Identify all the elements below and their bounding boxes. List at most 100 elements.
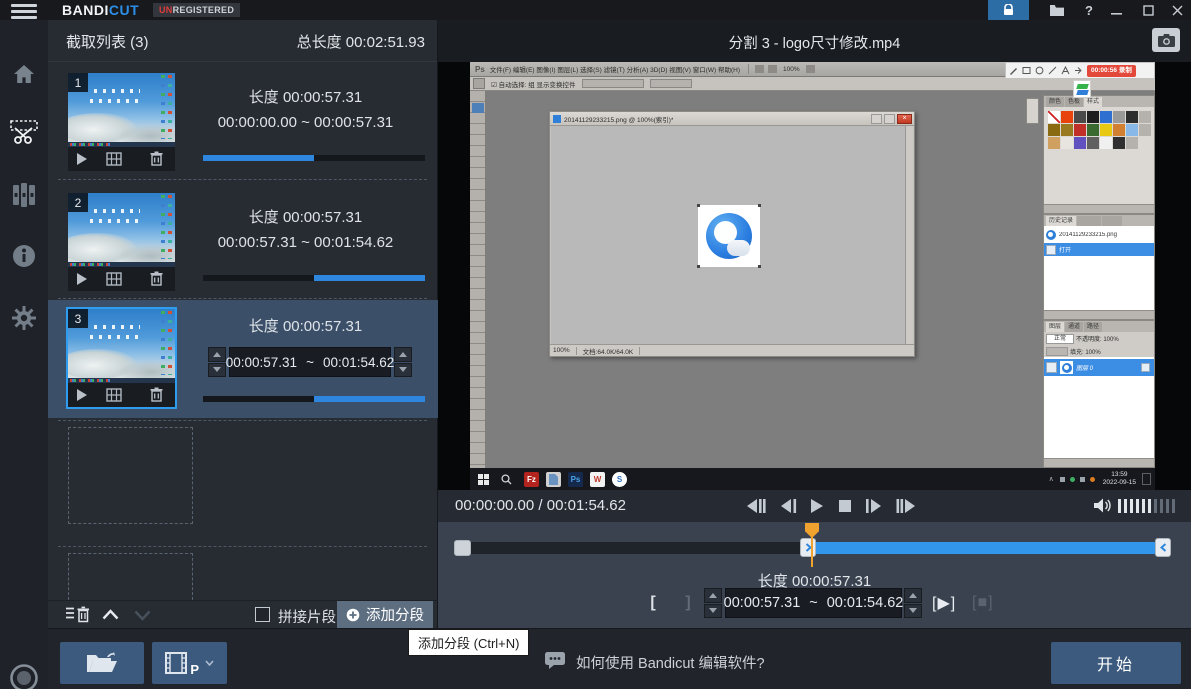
volume-level-bars-dim[interactable] — [1154, 499, 1178, 513]
history-entry-selected: 打开 — [1044, 243, 1154, 256]
doc-scrollbar — [905, 126, 913, 344]
divider — [58, 179, 427, 180]
doc-close-icon: × — [897, 114, 912, 124]
volume-icon[interactable] — [1093, 497, 1112, 514]
join-segments-label: 拼接片段 — [278, 606, 336, 627]
open-file-button[interactable] — [1040, 0, 1074, 20]
delete-clip-icon[interactable] — [150, 387, 163, 402]
clip-list-title: 截取列表 (3) — [66, 31, 149, 52]
stop-button[interactable] — [838, 498, 852, 514]
ps-options-bar: ☑ 自动选择: 组 显示变换控件 — [470, 77, 1155, 91]
next-segment-button[interactable] — [896, 498, 917, 514]
step-forward-button[interactable] — [865, 498, 882, 514]
step-down-button[interactable] — [904, 604, 922, 619]
help-button[interactable]: ? — [1076, 0, 1102, 20]
join-segments-checkbox[interactable] — [255, 607, 270, 622]
clip-length-label: 长度 00:00:57.31 — [183, 315, 428, 336]
start-button[interactable]: 开始 — [1051, 642, 1181, 684]
stop-segment-button[interactable]: [■] — [972, 588, 994, 618]
clip-item-1[interactable]: 1 长度 00:00:57.31 00:00:00.00 ~ 00:00:57.… — [48, 64, 438, 177]
clip-position-bar — [203, 275, 425, 281]
frames-icon[interactable] — [106, 272, 122, 286]
sidebar-item-info[interactable] — [12, 244, 36, 268]
video-preview-surface[interactable]: Ps 文件(F) 编辑(E) 图像(I) 图层(L) 选择(S) 滤镜(T) 分… — [438, 62, 1191, 490]
history-thumbnail — [1046, 230, 1056, 240]
record-button[interactable] — [9, 663, 39, 689]
step-back-button[interactable] — [780, 498, 797, 514]
minimize-button[interactable] — [1102, 0, 1130, 20]
play-clip-icon[interactable] — [76, 272, 88, 286]
app-icon — [546, 472, 561, 487]
playhead-handle[interactable] — [454, 540, 471, 556]
logo-image-layer — [698, 205, 760, 267]
clip-item-2[interactable]: 2 长度 00:00:57.31 00:00:57.31 ~ 00:01:54.… — [48, 184, 438, 297]
cut-scissors-icon — [10, 120, 38, 146]
play-clip-icon[interactable] — [76, 388, 88, 402]
player-range-start-stepper[interactable] — [704, 588, 722, 618]
volume-level-bars[interactable] — [1118, 499, 1154, 513]
step-down-button[interactable] — [394, 363, 412, 378]
clip-controls — [68, 383, 175, 407]
play-clip-icon[interactable] — [76, 152, 88, 166]
clip-thumbnail[interactable]: 2 — [68, 193, 175, 291]
total-length-label: 总长度 00:02:51.93 — [297, 31, 425, 52]
app-logo: BANDICUT — [62, 2, 139, 18]
clip-number: 3 — [68, 309, 88, 328]
play-segment-button[interactable]: [▶] — [932, 588, 956, 618]
step-up-button[interactable] — [904, 588, 922, 603]
range-start-stepper[interactable] — [208, 347, 226, 377]
recording-timer-badge: 00:00:56 录制 — [1087, 65, 1136, 77]
frames-icon[interactable] — [106, 152, 122, 166]
film-preset-icon: P — [165, 652, 191, 674]
play-button[interactable] — [810, 498, 824, 514]
empty-clip-slot — [68, 553, 193, 600]
divider — [58, 298, 427, 299]
clip-thumbnail[interactable]: 3 — [68, 309, 175, 407]
previous-segment-button[interactable] — [745, 498, 766, 514]
close-button[interactable] — [1163, 0, 1191, 20]
player-range-end-stepper[interactable] — [904, 588, 922, 618]
output-preset-button[interactable]: P — [152, 642, 227, 684]
frames-icon[interactable] — [106, 388, 122, 402]
step-up-button[interactable] — [394, 347, 412, 362]
help-link[interactable]: 如何使用 Bandicut 编辑软件? — [576, 652, 765, 673]
chat-bubble-icon — [544, 651, 566, 670]
delete-clip-icon[interactable] — [150, 151, 163, 166]
sidebar-item-home[interactable] — [12, 62, 36, 86]
delete-clip-icon[interactable] — [150, 271, 163, 286]
ps-swatches-panel: 颜色色板样式 — [1043, 95, 1155, 214]
segment-start-handle[interactable] — [800, 538, 816, 557]
step-down-button[interactable] — [704, 604, 722, 619]
clip-range-input[interactable]: 00:00:57.31~00:01:54.62 — [229, 347, 391, 377]
timeline-track[interactable] — [462, 542, 1166, 554]
segment-marker[interactable] — [805, 523, 819, 538]
move-down-button[interactable] — [134, 610, 151, 621]
move-up-button[interactable] — [102, 609, 119, 620]
clip-item-3-selected[interactable]: 3 长度 00:00:57.31 00:00:57.31~00:01:54.62 — [48, 300, 438, 418]
clear-list-button[interactable] — [66, 606, 90, 623]
transport-controls — [745, 494, 917, 518]
segment-end-handle[interactable] — [1155, 538, 1171, 557]
step-up-button[interactable] — [208, 347, 226, 362]
lock-button[interactable] — [988, 0, 1029, 20]
clip-thumbnail[interactable]: 1 — [68, 73, 175, 171]
maximize-button[interactable] — [1134, 0, 1162, 20]
sidebar-item-cut[interactable] — [10, 120, 38, 146]
clip-number: 1 — [68, 73, 88, 92]
sidebar-item-join[interactable] — [12, 182, 36, 208]
range-end-stepper[interactable] — [394, 347, 412, 377]
ps-collapsed-panel-buttons — [1026, 98, 1039, 124]
step-down-button[interactable] — [208, 363, 226, 378]
bandicam-logo — [1073, 80, 1091, 98]
clip-range-label: 00:00:57.31 ~ 00:01:54.62 — [183, 234, 428, 251]
snapshot-button[interactable] — [1152, 28, 1180, 52]
add-segment-button[interactable]: 添加分段 — [337, 601, 433, 628]
set-end-bracket-button[interactable]: ] — [680, 588, 696, 618]
question-icon: ? — [1085, 3, 1093, 18]
menu-icon[interactable] — [11, 4, 37, 19]
set-start-bracket-button[interactable]: [ — [645, 588, 661, 618]
open-file-button-bottom[interactable] — [60, 642, 144, 684]
sidebar-item-settings[interactable] — [12, 306, 36, 330]
step-up-button[interactable] — [704, 588, 722, 603]
player-range-input[interactable]: 00:00:57.31~00:01:54.62 — [725, 588, 902, 618]
